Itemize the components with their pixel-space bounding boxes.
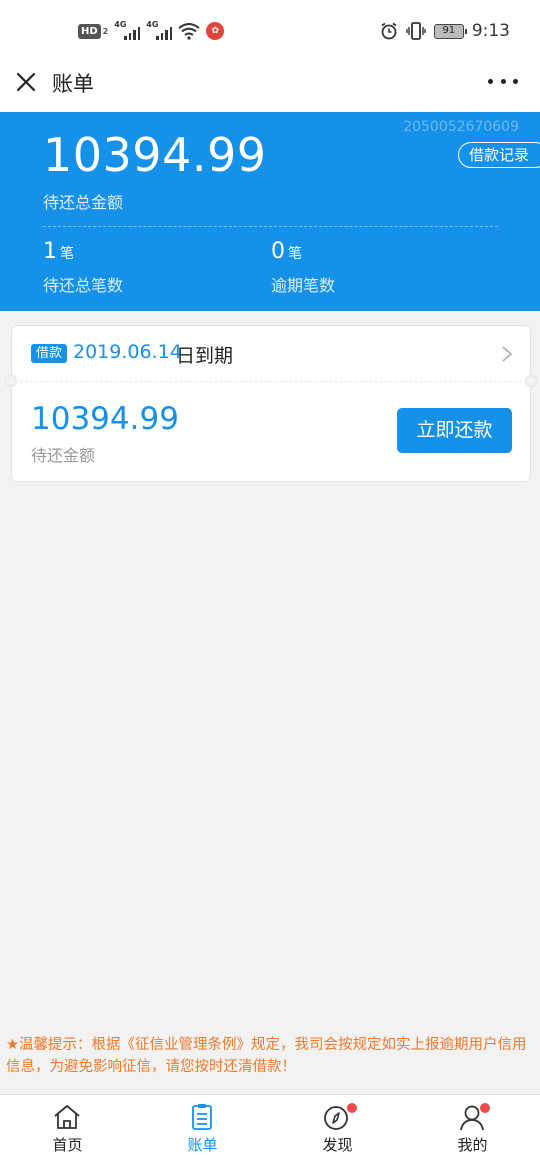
chevron-right-icon [502,346,513,362]
vibrate-icon [406,22,426,40]
card-notch-right [525,375,537,387]
repay-now-button[interactable]: 立即还款 [397,408,512,453]
home-icon [54,1105,80,1129]
due-date-suffix: 日到期 [176,345,234,367]
signal-icon-2: 4G [146,20,173,40]
account-number: 2050052670609 [403,119,519,135]
pending-count-value: 1 [43,239,57,264]
tab-mine-label: 我的 [457,1136,488,1154]
page-title: 账单 [52,72,94,96]
card-notch-left [5,375,17,387]
discover-badge-dot [347,1103,357,1113]
tab-home-label: 首页 [52,1136,83,1154]
tab-discover-label: 发现 [322,1136,353,1154]
warm-notice: ★温馨提示：根据《征信业管理条例》规定，我司会按规定如实上报逾期用户信用信息，为… [6,1037,527,1075]
signal-icon: 4G [114,20,141,40]
loan-record-button[interactable]: 借款记录 [458,142,540,168]
tab-home[interactable]: 首页 [0,1095,135,1155]
overdue-count: 0笔 [271,239,302,264]
pending-count-label: 待还总笔数 [43,276,124,295]
wifi-icon [178,23,200,40]
overdue-count-label: 逾期笔数 [271,276,336,295]
tab-bill[interactable]: 账单 [135,1095,270,1155]
tab-mine[interactable]: 我的 [405,1095,540,1155]
more-options-icon[interactable] [488,68,518,94]
card-divider [20,381,522,382]
bill-amount: 10394.99 [31,401,179,437]
mine-badge-dot [480,1103,490,1113]
battery-icon: 91 [433,23,467,39]
due-date: 2019.06.14 [73,341,182,363]
bill-amount-label: 待还金额 [31,446,96,465]
total-due-label: 待还总金额 [43,193,124,212]
hd-sub: 2 [102,26,109,36]
pending-count-unit: 笔 [60,246,74,262]
overdue-count-value: 0 [271,239,285,264]
overdue-count-unit: 笔 [288,246,302,262]
status-bar: HD 2 4G 4G ✿ 91 9:13 [0,0,540,62]
status-right: 91 9:13 [380,20,510,42]
tab-bar: 首页 账单 发现 我的 [0,1094,540,1155]
tab-discover[interactable]: 发现 [270,1095,405,1155]
summary-divider [43,226,498,227]
status-left: HD 2 4G 4G ✿ [78,20,225,42]
pending-count: 1笔 [43,239,74,264]
bill-summary: 2050052670609 借款记录 10394.99 待还总金额 1笔 待还总… [0,112,540,311]
bill-card-header[interactable]: 借款 2019.06.14 日到期 [12,326,530,383]
bill-card: 借款 2019.06.14 日到期 10394.99 待还金额 立即还款 [5,325,537,482]
carrier-logo-icon: ✿ [206,22,225,40]
alarm-icon [381,22,397,40]
hd-badge: HD [78,23,101,39]
nav-bar: 账单 [0,62,540,112]
total-due-amount: 10394.99 [43,128,267,182]
close-icon[interactable] [14,70,38,94]
loan-tag: 借款 [31,344,68,363]
tab-bill-label: 账单 [187,1136,218,1154]
bill-icon [192,1104,212,1130]
clock: 9:13 [471,21,510,41]
